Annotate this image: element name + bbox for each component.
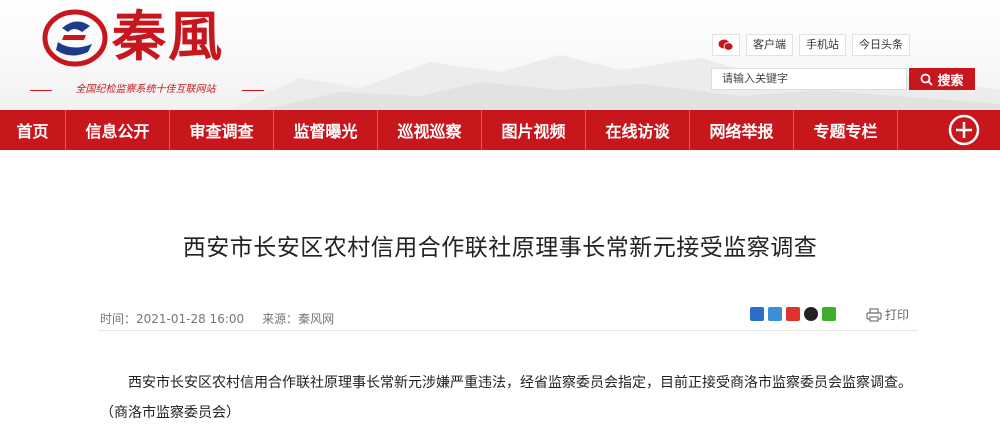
search-button-label: 搜索: [937, 73, 964, 89]
nav-item-info-disclosure[interactable]: 信息公开: [66, 110, 170, 150]
share-qq-icon[interactable]: [804, 307, 818, 321]
share-qzone-icon[interactable]: [768, 307, 782, 321]
article-title: 西安市长安区农村信用合作联社原理事长常新元接受监察调查: [182, 235, 818, 261]
printer-icon: [866, 307, 882, 322]
nav-item-online-interview[interactable]: 在线访谈: [586, 110, 690, 150]
logo-icon[interactable]: [42, 8, 108, 68]
meta-divider: [98, 330, 918, 331]
nav-item-online-report[interactable]: 网络举报: [690, 110, 794, 150]
wechat-icon[interactable]: [712, 34, 740, 56]
top-links: 客户端 手机站 今日头条: [712, 34, 910, 56]
article-area: 西安市长安区农村信用合作联社原理事长常新元接受监察调查 时间：2021-01-2…: [10, 150, 990, 429]
article-body: 西安市长安区农村信用合作联社原理事长常新元涉嫌严重违法，经省监察委员会指定，目前…: [100, 375, 912, 421]
print-button[interactable]: 打印: [866, 306, 909, 323]
slogan-divider: [242, 90, 264, 91]
share-wechat-icon[interactable]: [822, 307, 836, 321]
nav-item-supervision-exposure[interactable]: 监督曝光: [274, 110, 378, 150]
nav-item-home[interactable]: 首页: [0, 110, 66, 150]
logo-title[interactable]: 秦風: [112, 6, 224, 66]
nav-item-special-topics[interactable]: 专题专栏: [794, 110, 898, 150]
share-bar: [750, 307, 836, 321]
toutiao-link[interactable]: 今日头条: [852, 34, 910, 56]
nav-item-inspection[interactable]: 巡视巡察: [378, 110, 482, 150]
mobile-site-link[interactable]: 手机站: [799, 34, 846, 56]
nav-item-photo-video[interactable]: 图片视频: [482, 110, 586, 150]
slogan: 全国纪检监察系统十佳互联网站: [75, 84, 216, 95]
nav-item-review-investigation[interactable]: 审查调查: [170, 110, 274, 150]
search-icon: [921, 73, 934, 86]
article-meta: 时间：2021-01-28 16:00 来源：秦风网: [100, 310, 334, 327]
client-app-link[interactable]: 客户端: [746, 34, 793, 56]
print-label: 打印: [885, 308, 910, 322]
share-more-icon[interactable]: [750, 307, 764, 321]
share-weibo-icon[interactable]: [786, 307, 800, 321]
search-button[interactable]: 搜索: [909, 68, 975, 90]
site-header: 秦風 全国纪检监察系统十佳互联网站 客户端 手机站 今日头条 请输入关键字 搜索: [0, 0, 1000, 110]
article-source: 来源：秦风网: [262, 312, 335, 326]
main-nav: 首页 信息公开 审查调查 监督曝光 巡视巡察 图片视频 在线访谈 网络举报 专题…: [0, 110, 1000, 150]
search-input[interactable]: 请输入关键字: [711, 68, 907, 90]
plus-icon[interactable]: [948, 114, 980, 146]
publish-time: 时间：2021-01-28 16:00: [100, 312, 245, 326]
